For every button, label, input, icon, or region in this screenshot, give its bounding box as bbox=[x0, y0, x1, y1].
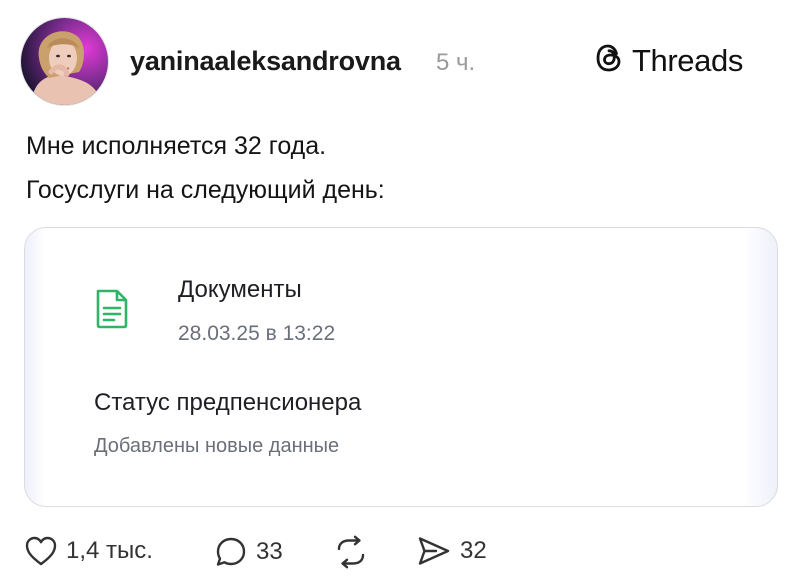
like-count: 1,4 тыс. bbox=[66, 537, 153, 564]
threads-wordmark: Threads bbox=[632, 42, 743, 78]
document-date: 28.03.25 в 13:22 bbox=[178, 322, 336, 345]
status-title: Статус предпенсионера bbox=[94, 389, 362, 416]
attached-image-card[interactable] bbox=[24, 227, 778, 507]
repost-button[interactable] bbox=[332, 535, 370, 569]
threads-logo: Threads bbox=[594, 42, 743, 79]
threads-icon bbox=[594, 42, 624, 79]
share-count: 32 bbox=[460, 537, 487, 564]
comment-icon bbox=[214, 535, 248, 569]
reply-button[interactable]: 33 bbox=[214, 535, 283, 569]
post-text-line-2: Госуслуги на следующий день: bbox=[26, 176, 385, 204]
post-time: 5 ч. bbox=[436, 49, 476, 76]
send-icon bbox=[416, 535, 452, 567]
status-subtitle: Добавлены новые данные bbox=[94, 435, 340, 457]
post-text-line-1: Мне исполняется 32 года. bbox=[26, 132, 327, 160]
heart-icon bbox=[24, 535, 58, 567]
document-icon bbox=[94, 288, 130, 335]
reply-count: 33 bbox=[256, 538, 283, 565]
repost-icon bbox=[332, 535, 370, 569]
share-button[interactable]: 32 bbox=[416, 535, 487, 567]
like-button[interactable]: 1,4 тыс. bbox=[24, 535, 153, 567]
avatar[interactable] bbox=[20, 17, 109, 106]
username[interactable]: yaninaaleksandrovna bbox=[130, 46, 401, 77]
documents-title: Документы bbox=[178, 276, 302, 303]
